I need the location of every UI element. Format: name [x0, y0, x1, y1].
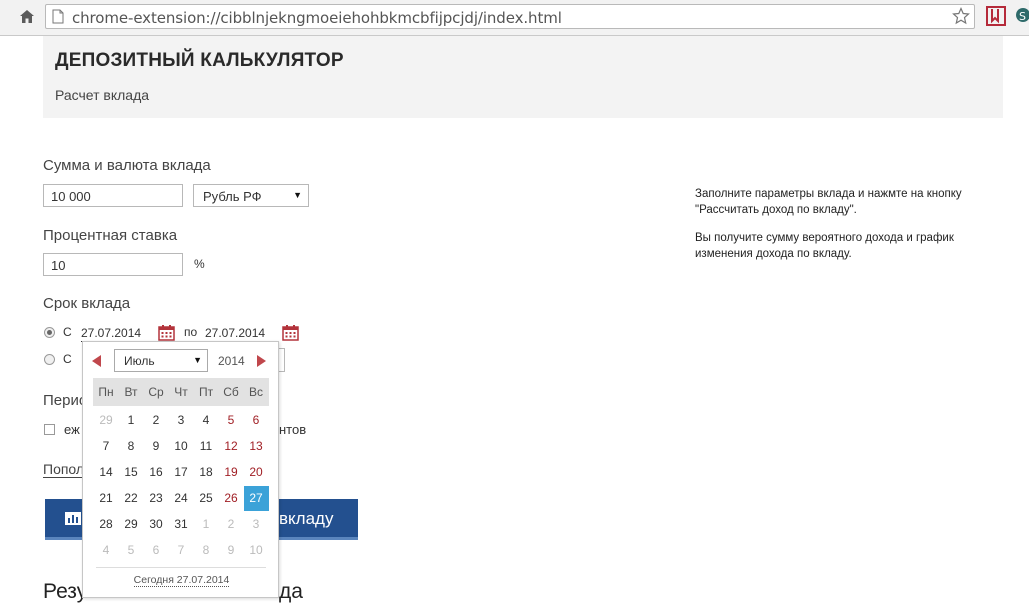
calendar-day[interactable]: 25 — [194, 486, 219, 511]
calendar-day[interactable]: 13 — [244, 434, 269, 459]
weekday-label: Чт — [174, 385, 188, 399]
calendar-day[interactable]: 26 — [219, 486, 244, 511]
calendar-day[interactable]: 27 — [243, 486, 269, 511]
calendar-day[interactable]: 2 — [219, 512, 244, 537]
calendar-day[interactable]: 22 — [119, 486, 144, 511]
year-value[interactable]: 2014 — [218, 354, 245, 368]
rate-input[interactable]: 10 — [43, 253, 183, 276]
chevron-down-icon: ▼ — [293, 190, 302, 200]
term-to-date[interactable]: 27.07.2014 — [205, 326, 266, 342]
divider — [96, 567, 266, 568]
term-months-radio[interactable] — [44, 354, 55, 365]
calendar-day[interactable]: 31 — [169, 512, 194, 537]
calendar-day[interactable]: 30 — [144, 512, 169, 537]
calendar-day[interactable]: 15 — [119, 460, 144, 485]
term-alt-label: С — [63, 352, 72, 366]
star-icon[interactable] — [952, 7, 970, 30]
hint-text-2: Вы получите сумму вероятного дохода и гр… — [695, 232, 954, 260]
amount-label: Сумма и валюта вклада — [43, 157, 211, 174]
bookmark-ext-icon[interactable] — [986, 6, 1006, 31]
month-value: Июль — [124, 354, 155, 368]
amount-input[interactable]: 10 000 — [43, 184, 183, 207]
address-url[interactable]: chrome-extension://cibblnjekngmoeiehohbk… — [72, 9, 562, 27]
page-subtitle: Расчет вклада — [55, 87, 150, 103]
address-bar[interactable]: chrome-extension://cibblnjekngmoeiehohbk… — [45, 4, 975, 29]
calendar-day[interactable]: 14 — [94, 460, 119, 485]
calendar-icon[interactable] — [282, 324, 299, 341]
header-card: ДЕПОЗИТНЫЙ КАЛЬКУЛЯТОР Расчет вклада — [43, 36, 1003, 118]
calendar-day[interactable]: 10 — [169, 434, 194, 459]
extra-options-link[interactable]: Попол — [43, 461, 85, 478]
calendar-icon[interactable] — [158, 324, 175, 341]
rate-label: Процентная ставка — [43, 227, 178, 244]
calendar-day[interactable]: 20 — [244, 460, 269, 485]
calendar-day[interactable]: 5 — [219, 408, 244, 433]
weekday-label: Вс — [248, 385, 263, 399]
calculate-button-label: вкладу — [279, 509, 334, 528]
calendar-day[interactable]: 3 — [244, 512, 269, 537]
calendar-day[interactable]: 2 — [144, 408, 169, 433]
term-to-label: по — [184, 325, 198, 339]
monthly-checkbox[interactable] — [44, 424, 55, 435]
calendar-day[interactable]: 16 — [144, 460, 169, 485]
prev-month-icon[interactable] — [92, 355, 101, 367]
results-title: Резу да — [43, 580, 303, 603]
monthly-label: еж — [64, 422, 80, 437]
calendar-day[interactable]: 4 — [94, 538, 119, 563]
calendar-day[interactable]: 9 — [144, 434, 169, 459]
term-label: Срок вклада — [43, 295, 131, 312]
calendar-day[interactable]: 29 — [94, 408, 119, 433]
page-title: ДЕПОЗИТНЫЙ КАЛЬКУЛЯТОР — [55, 50, 344, 71]
chart-icon — [65, 512, 81, 530]
calendar-day[interactable]: 6 — [244, 408, 269, 433]
term-dates-radio[interactable] — [44, 327, 55, 338]
calendar-day[interactable]: 17 — [169, 460, 194, 485]
calendar-day[interactable]: 6 — [144, 538, 169, 563]
datepicker: Июль ▼ 2014 Пн Вт Ср Чт Пт Сб Вс 29 1 2 3 4 5 6 7 8 9 10… — [82, 341, 279, 598]
home-icon[interactable] — [16, 5, 38, 27]
period-label: Перио — [43, 392, 88, 409]
monthly-label-tail: нтов — [279, 422, 307, 437]
page-icon — [52, 9, 64, 29]
rate-unit: % — [194, 257, 205, 271]
currency-select[interactable]: Рубль РФ ▼ — [193, 184, 309, 207]
calendar-day[interactable]: 18 — [194, 460, 219, 485]
weekday-header: Пн Вт Ср Чт Пт Сб Вс — [93, 378, 269, 406]
weekday-label: Пт — [198, 385, 214, 399]
term-from-date[interactable]: 27.07.2014 — [81, 326, 142, 342]
calendar-day[interactable]: 8 — [194, 538, 219, 563]
today-link[interactable]: Сегодня 27.07.2014 — [83, 574, 280, 587]
calendar-day[interactable]: 4 — [194, 408, 219, 433]
calendar-day[interactable]: 5 — [119, 538, 144, 563]
calendar-day[interactable]: 9 — [219, 538, 244, 563]
svg-text:S: S — [1019, 10, 1026, 23]
weekday-label: Ср — [148, 385, 164, 399]
browser-toolbar: chrome-extension://cibblnjekngmoeiehohbk… — [0, 0, 1029, 36]
month-select[interactable]: Июль ▼ — [114, 349, 208, 372]
calendar-day[interactable]: 12 — [219, 434, 244, 459]
calendar-day[interactable]: 24 — [169, 486, 194, 511]
weekday-label: Пн — [98, 385, 114, 399]
currency-value: Рубль РФ — [203, 189, 262, 204]
weekday-label: Сб — [223, 385, 239, 399]
calendar-day[interactable]: 19 — [219, 460, 244, 485]
calendar-day[interactable]: 28 — [94, 512, 119, 537]
calendar-day[interactable]: 11 — [194, 434, 219, 459]
weekday-label: Вт — [124, 385, 138, 399]
calendar-day[interactable]: 7 — [169, 538, 194, 563]
calendar-day[interactable]: 29 — [119, 512, 144, 537]
calendar-day[interactable]: 23 — [144, 486, 169, 511]
calendar-day[interactable]: 1 — [194, 512, 219, 537]
calendar-day[interactable]: 21 — [94, 486, 119, 511]
hint-text-1: Заполните параметры вклада и нажмте на к… — [695, 188, 962, 216]
term-from-label: С — [63, 325, 72, 339]
calendar-day[interactable]: 3 — [169, 408, 194, 433]
chevron-down-icon: ▼ — [193, 355, 202, 365]
calendar-day[interactable]: 8 — [119, 434, 144, 459]
calendar-day[interactable]: 10 — [244, 538, 269, 563]
next-month-icon[interactable] — [257, 355, 266, 367]
calendar-day[interactable]: 1 — [119, 408, 144, 433]
extension-icon[interactable]: S — [1013, 6, 1029, 31]
calendar-day[interactable]: 7 — [94, 434, 119, 459]
